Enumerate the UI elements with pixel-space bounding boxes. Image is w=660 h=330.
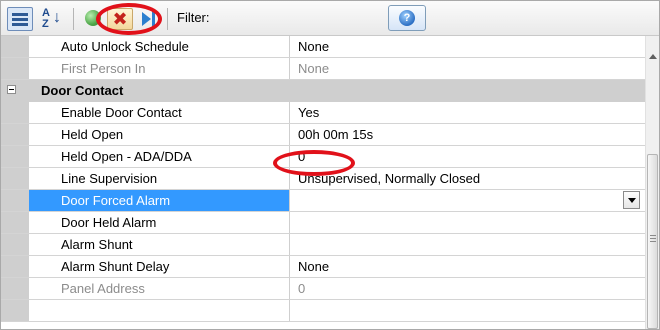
- property-value[interactable]: [291, 212, 645, 233]
- property-value[interactable]: None: [291, 36, 645, 57]
- property-row[interactable]: Door Held Alarm: [1, 212, 645, 234]
- help-button[interactable]: ?: [388, 5, 426, 31]
- property-row-selected[interactable]: Door Forced Alarm: [1, 190, 645, 212]
- property-row[interactable]: Alarm Shunt Delay None: [1, 256, 645, 278]
- sort-arrow-icon: ↓: [53, 9, 61, 26]
- toolbar: A Z ↓ ✖ Filter: ?: [1, 1, 659, 36]
- property-name: Auto Unlock Schedule: [29, 36, 290, 57]
- row-gutter: [1, 278, 29, 299]
- property-name: Line Supervision: [29, 168, 290, 189]
- vertical-scrollbar[interactable]: [645, 36, 659, 329]
- property-name: First Person In: [29, 58, 290, 79]
- chevron-down-icon[interactable]: [623, 191, 640, 209]
- row-gutter: [1, 36, 29, 57]
- property-row[interactable]: Alarm Shunt: [1, 234, 645, 256]
- property-name: Door Held Alarm: [29, 212, 290, 233]
- property-name: Enable Door Contact: [29, 102, 290, 123]
- property-name-empty: [29, 300, 290, 321]
- property-value[interactable]: [291, 190, 645, 211]
- grip-line: [650, 241, 656, 242]
- annotation-circle: [273, 150, 355, 176]
- property-name: Alarm Shunt: [29, 234, 290, 255]
- property-value-empty: [291, 300, 645, 321]
- categorized-view-icon: [12, 13, 28, 16]
- property-value[interactable]: None: [291, 256, 645, 277]
- category-row-door-contact[interactable]: Door Contact: [1, 80, 645, 102]
- row-gutter: [1, 124, 29, 145]
- property-name: Panel Address: [29, 278, 290, 299]
- property-value[interactable]: Yes: [291, 102, 645, 123]
- property-value[interactable]: 00h 00m 15s: [291, 124, 645, 145]
- categorized-view-button[interactable]: [7, 7, 33, 31]
- row-gutter: [1, 146, 29, 167]
- property-grid-window: A Z ↓ ✖ Filter: ? Auto Unlock Schedule N…: [0, 0, 660, 330]
- property-grid: Auto Unlock Schedule None First Person I…: [1, 36, 645, 329]
- scroll-up-icon[interactable]: [649, 54, 657, 59]
- property-row[interactable]: Panel Address 0: [1, 278, 645, 300]
- row-gutter: [1, 234, 29, 255]
- property-row[interactable]: Auto Unlock Schedule None: [1, 36, 645, 58]
- property-value[interactable]: [291, 234, 645, 255]
- toolbar-separator: [73, 8, 74, 30]
- row-gutter: [1, 300, 29, 321]
- row-gutter: [1, 168, 29, 189]
- property-row-empty: [1, 300, 645, 322]
- row-gutter: [1, 256, 29, 277]
- categorized-view-icon-line: [12, 18, 28, 21]
- property-name: Held Open: [29, 124, 290, 145]
- property-value: None: [298, 61, 330, 76]
- grip-line: [650, 238, 656, 239]
- collapse-icon[interactable]: [7, 85, 16, 94]
- sort-alphabetical-icon-z: Z: [42, 18, 49, 30]
- row-gutter: [1, 58, 29, 79]
- sort-alphabetical-button[interactable]: A Z ↓: [39, 6, 65, 32]
- row-gutter: [1, 80, 29, 101]
- filter-label: Filter:: [177, 10, 210, 25]
- property-name: Alarm Shunt Delay: [29, 256, 290, 277]
- categorized-view-icon-line: [12, 23, 28, 26]
- help-icon: ?: [399, 10, 415, 26]
- row-gutter: [1, 212, 29, 233]
- toolbar-separator: [167, 8, 168, 30]
- category-name: Door Contact: [29, 80, 645, 101]
- row-gutter: [1, 102, 29, 123]
- property-row[interactable]: Held Open 00h 00m 15s: [1, 124, 645, 146]
- property-name: Held Open - ADA/DDA: [29, 146, 290, 167]
- property-value: 0: [298, 281, 306, 296]
- annotation-circle: [96, 3, 162, 35]
- property-row[interactable]: Enable Door Contact Yes: [1, 102, 645, 124]
- grip-line: [650, 235, 656, 236]
- property-name: Door Forced Alarm: [29, 190, 290, 211]
- row-gutter: [1, 190, 29, 211]
- scrollbar-thumb[interactable]: [647, 154, 658, 329]
- property-row[interactable]: First Person In None: [1, 58, 645, 80]
